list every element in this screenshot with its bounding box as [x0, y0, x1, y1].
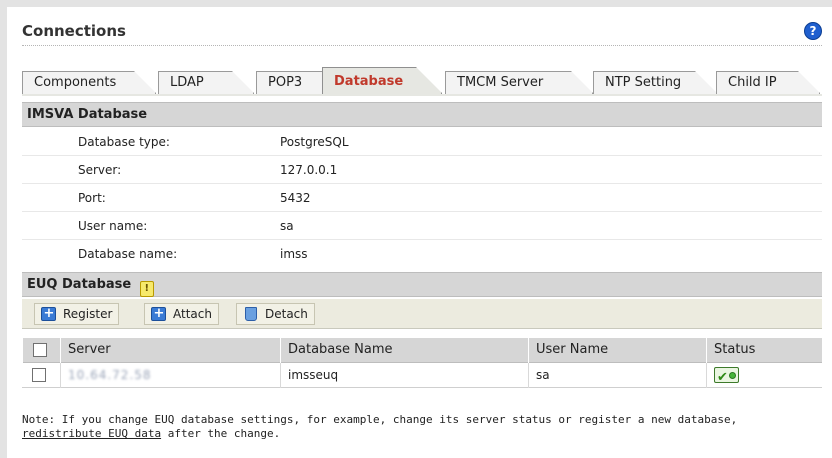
field-server: Server: 127.0.0.1: [22, 158, 822, 183]
euq-toolbar: Register Attach Detach: [22, 299, 822, 329]
tab-label: POP3: [268, 75, 303, 90]
tab-bar: Components LDAP POP3 Database TMCM Serve…: [22, 67, 822, 94]
tab-label: Database: [334, 74, 404, 89]
page-title: Connections: [22, 22, 126, 40]
field-label: Port:: [78, 191, 106, 205]
euq-database-header: EUQ Database !: [22, 272, 822, 297]
page-header: Connections ?: [22, 22, 822, 46]
field-value: 5432: [280, 191, 311, 205]
status-ok-icon[interactable]: ✔: [714, 367, 739, 385]
tab-label: Components: [34, 75, 117, 90]
row-divider: [22, 211, 822, 212]
field-label: Database name:: [78, 247, 178, 261]
note-body: Note: If you change EUQ database setting…: [22, 413, 738, 426]
attach-label: Attach: [173, 307, 212, 321]
redistribute-euq-data-link[interactable]: redistribute EUQ data: [22, 427, 161, 440]
status-cell: ✔: [706, 363, 822, 388]
field-user-name: User name: sa: [22, 214, 822, 239]
field-label: User name:: [78, 219, 148, 233]
row-select-cell: [22, 363, 60, 388]
server-link[interactable]: 10.64.72.58: [68, 368, 152, 382]
field-value: imss: [280, 247, 308, 261]
tab-label: Child IP: [728, 75, 777, 90]
attach-button[interactable]: Attach: [144, 303, 219, 325]
column-header-user-name[interactable]: User Name: [528, 338, 706, 363]
field-database-type: Database type: PostgreSQL: [22, 130, 822, 155]
field-database-name: Database name: imss: [22, 242, 822, 267]
row-divider: [22, 183, 822, 184]
field-label: Database type:: [78, 135, 170, 149]
note-tail: after the change.: [161, 427, 281, 440]
database-name-cell: imsseuq: [280, 363, 528, 388]
add-icon: [151, 304, 166, 324]
column-header-database-name[interactable]: Database Name: [280, 338, 528, 363]
select-all-cell: [22, 338, 60, 363]
table-row: 10.64.72.58 imsseuq sa ✔: [22, 363, 822, 388]
field-port: Port: 5432: [22, 186, 822, 211]
add-icon: [41, 304, 56, 324]
imsva-database-header: IMSVA Database: [22, 102, 822, 127]
tab-ntp-setting[interactable]: NTP Setting: [593, 71, 717, 94]
tab-database[interactable]: Database: [322, 67, 442, 94]
row-checkbox[interactable]: [32, 368, 46, 382]
tab-ldap[interactable]: LDAP: [158, 71, 254, 94]
trash-icon: [245, 307, 257, 321]
field-label: Server:: [78, 163, 122, 177]
user-name-cell: sa: [528, 363, 706, 388]
section-title: IMSVA Database: [27, 107, 148, 122]
row-divider: [22, 155, 822, 156]
tab-label: TMCM Server: [457, 75, 544, 90]
tab-components[interactable]: Components: [22, 71, 156, 94]
tab-panel-border: [22, 94, 822, 96]
detach-button[interactable]: Detach: [236, 303, 315, 325]
note-icon[interactable]: !: [139, 281, 154, 297]
field-value: PostgreSQL: [280, 135, 349, 149]
field-value: sa: [280, 219, 294, 233]
register-label: Register: [63, 307, 113, 321]
note-text: Note: If you change EUQ database setting…: [22, 413, 822, 441]
server-cell: 10.64.72.58: [60, 363, 280, 388]
field-value: 127.0.0.1: [280, 163, 338, 177]
euq-table-header: Server Database Name User Name Status: [22, 338, 822, 363]
register-button[interactable]: Register: [34, 303, 120, 325]
tab-child-ip[interactable]: Child IP: [716, 71, 820, 94]
select-all-checkbox[interactable]: [33, 343, 47, 357]
column-header-status[interactable]: Status: [706, 338, 822, 363]
window-frame-left: [0, 0, 7, 458]
row-divider: [22, 239, 822, 240]
column-header-server[interactable]: Server: [60, 338, 280, 363]
detach-label: Detach: [265, 307, 308, 321]
help-icon[interactable]: ?: [804, 22, 822, 40]
tab-label: NTP Setting: [605, 75, 682, 90]
tab-label: LDAP: [170, 75, 204, 90]
window-frame-top: [0, 0, 832, 7]
tab-tmcm-server[interactable]: TMCM Server: [445, 71, 593, 94]
section-title: EUQ Database: [27, 277, 132, 292]
